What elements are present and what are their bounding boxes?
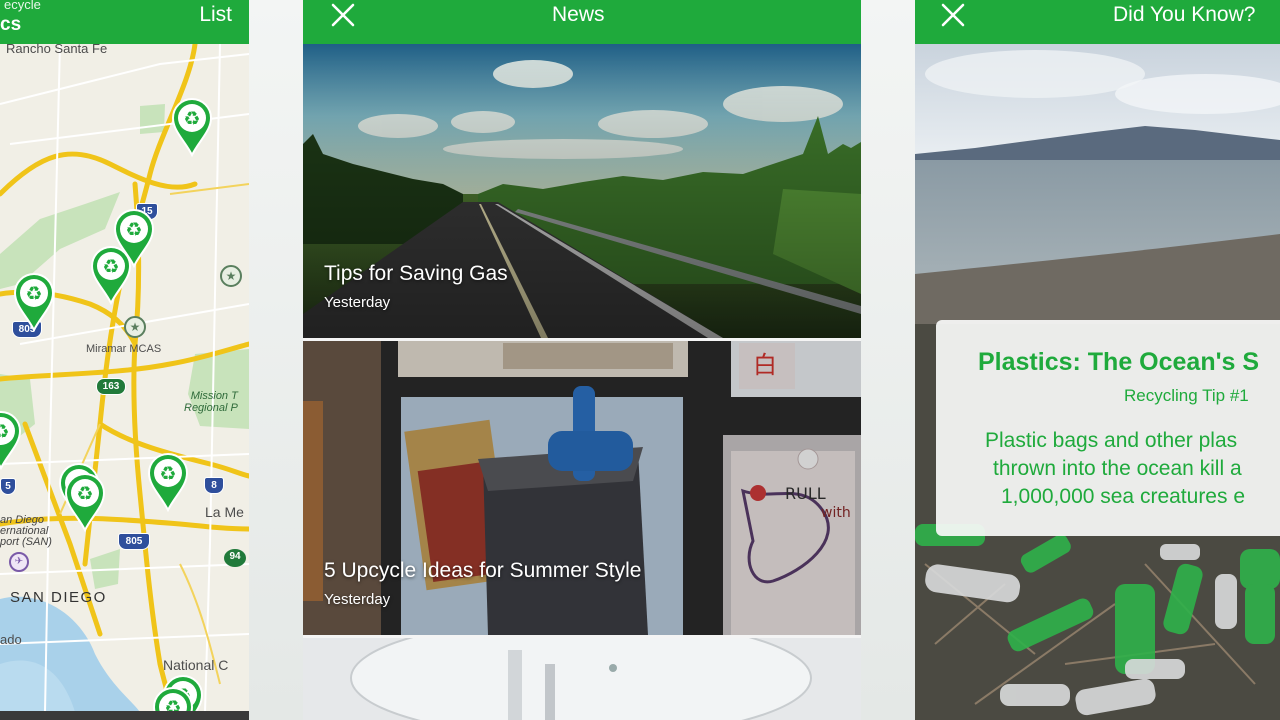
map-label-mission-line-1: Mission T bbox=[190, 390, 238, 402]
map-label-la-mesa: La Me bbox=[205, 504, 244, 520]
tip-title: Plastics: The Ocean's S bbox=[978, 348, 1260, 376]
app-subtitle: ecycle bbox=[4, 0, 41, 12]
recycling-location-pin-icon[interactable]: ♻ bbox=[90, 245, 132, 305]
landmark-star-icon[interactable]: ★ bbox=[124, 316, 146, 338]
recycling-location-pin-icon[interactable]: ♻ bbox=[0, 410, 22, 470]
news-article-caption: Tips for Saving Gas Yesterday bbox=[324, 262, 508, 311]
map-label-rancho-santa-fe: Rancho Santa Fe bbox=[6, 41, 108, 56]
app-store-screenshot-collage: ecycle cs List Rancho Santa Fe Miramar M… bbox=[0, 0, 1280, 720]
news-screen: News Tips for Saving Gas Yesterday 5 Upc… bbox=[303, 0, 861, 720]
svg-text:♻: ♻ bbox=[183, 108, 200, 130]
map-label-national-city: National C bbox=[163, 657, 229, 673]
tab-bar-edge bbox=[0, 711, 249, 720]
map-label-miramar: Miramar MCAS bbox=[86, 343, 162, 355]
list-button[interactable]: List bbox=[199, 3, 232, 27]
did-you-know-app-bar: Did You Know? bbox=[915, 0, 1280, 44]
did-you-know-title: Did You Know? bbox=[1113, 3, 1256, 26]
map-label-airport-line-3: port (SAN) bbox=[0, 536, 52, 548]
map-label-san-diego: SAN DIEGO bbox=[10, 589, 107, 606]
article-time: Yesterday bbox=[324, 294, 391, 311]
article-time: Yesterday bbox=[324, 591, 391, 608]
route-shield-163: 163 bbox=[96, 378, 126, 395]
tip-number: Recycling Tip #1 bbox=[1124, 386, 1249, 405]
map-label-mission-line-2: Regional P bbox=[184, 402, 238, 414]
recycling-tip-card: Plastics: The Ocean's S Recycling Tip #1… bbox=[936, 320, 1280, 536]
tip-body-line: 1,000,000 sea creatures e bbox=[1001, 485, 1246, 508]
route-shield-94: 94 bbox=[224, 549, 246, 567]
news-article-card[interactable]: 白 RULL with 5 Upcycle Ideas for Summer S… bbox=[303, 341, 861, 635]
map-label-coronado: ado bbox=[0, 632, 22, 647]
article-headline: Tips for Saving Gas bbox=[324, 262, 508, 285]
news-article-caption: 5 Upcycle Ideas for Summer Style Yesterd… bbox=[324, 559, 641, 608]
map-label-mission-trails: Mission T Regional P bbox=[184, 390, 238, 414]
route-shield-5: 5 bbox=[0, 478, 16, 495]
recycling-location-pin-icon[interactable]: ♻ bbox=[64, 472, 106, 532]
airport-icon[interactable]: ✈ bbox=[9, 552, 29, 572]
svg-text:♻: ♻ bbox=[102, 256, 119, 278]
svg-text:♻: ♻ bbox=[0, 421, 10, 443]
recycling-map[interactable]: Rancho Santa Fe Miramar MCAS Mission T R… bbox=[0, 41, 249, 720]
news-app-bar: News bbox=[303, 0, 861, 44]
article-headline: 5 Upcycle Ideas for Summer Style bbox=[324, 559, 642, 582]
news-title: News bbox=[552, 3, 605, 26]
route-shield-8: 8 bbox=[204, 477, 224, 494]
map-screen: ecycle cs List Rancho Santa Fe Miramar M… bbox=[0, 0, 249, 720]
jar-photo bbox=[303, 638, 861, 720]
did-you-know-screen: Did You Know? Plastics: The Ocean's S Re… bbox=[915, 0, 1280, 720]
news-article-card[interactable] bbox=[303, 638, 861, 720]
close-icon[interactable] bbox=[940, 2, 966, 28]
svg-text:♻: ♻ bbox=[76, 483, 93, 505]
news-article-card[interactable]: Tips for Saving Gas Yesterday bbox=[303, 44, 861, 338]
landmark-star-icon[interactable]: ★ bbox=[220, 265, 242, 287]
recycling-location-pin-icon[interactable]: ♻ bbox=[171, 97, 213, 157]
app-title: cs bbox=[0, 14, 22, 35]
tip-body-line: thrown into the ocean kill a bbox=[993, 457, 1242, 480]
svg-text:♻: ♻ bbox=[125, 219, 142, 241]
tip-body-line: Plastic bags and other plas bbox=[985, 429, 1238, 452]
map-app-bar: ecycle cs List bbox=[0, 0, 249, 44]
tip-body: Plastic bags and other plas thrown into … bbox=[985, 427, 1280, 511]
close-icon[interactable] bbox=[330, 2, 356, 28]
svg-text:♻: ♻ bbox=[159, 463, 176, 485]
route-shield-805-south: 805 bbox=[118, 533, 150, 550]
recycling-location-pin-icon[interactable]: ♻ bbox=[147, 452, 189, 512]
map-label-airport: an Diego ernational port (SAN) bbox=[0, 515, 52, 548]
svg-text:♻: ♻ bbox=[25, 283, 42, 305]
recycling-location-pin-icon[interactable]: ♻ bbox=[13, 272, 55, 332]
